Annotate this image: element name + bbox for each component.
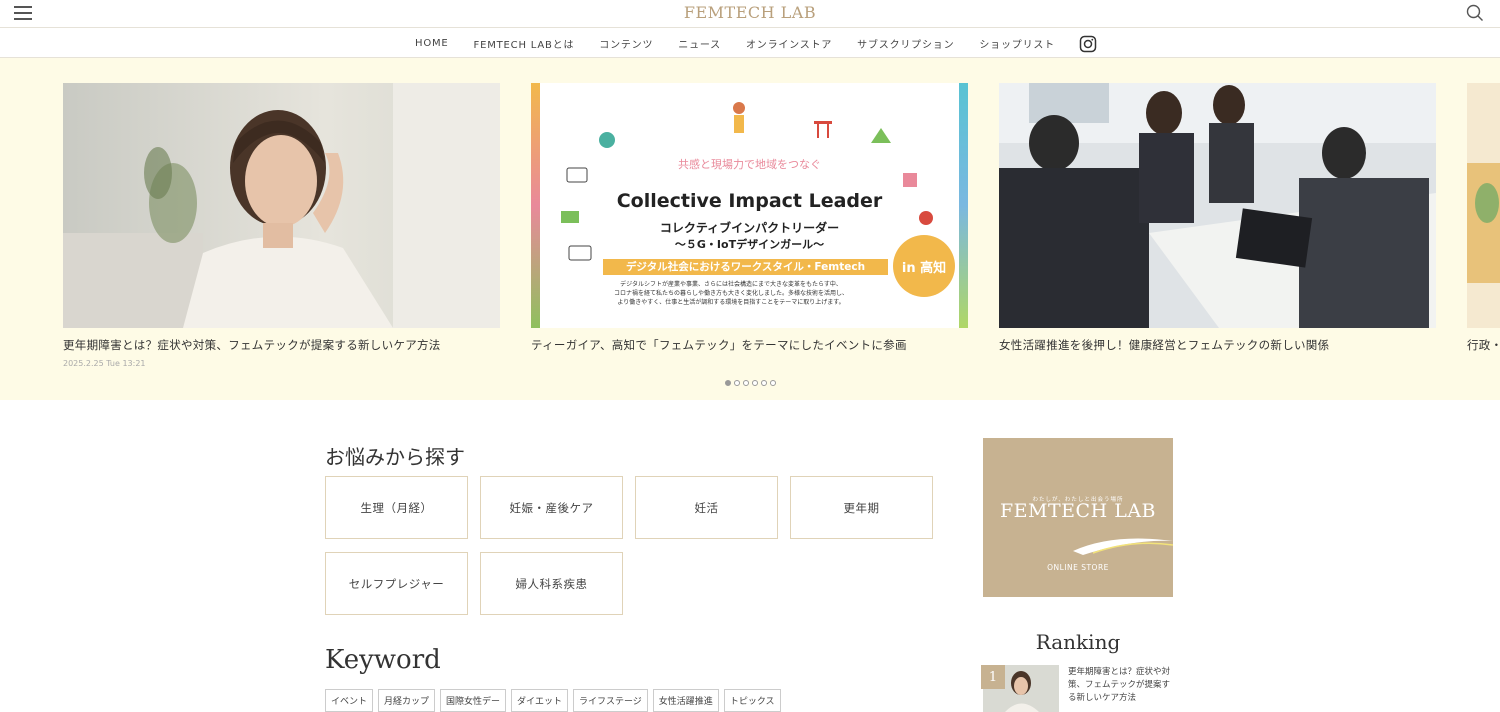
site-logo[interactable]: FEMTECH LAB [0, 3, 1500, 22]
keyword-tag[interactable]: イベント [325, 689, 374, 712]
slide-4[interactable]: 行政・企 [1467, 83, 1500, 353]
banner-katakana: コレクティブインパクトリーダー [659, 221, 840, 235]
banner-badge: in 高知 [893, 235, 955, 297]
slider-dot-6[interactable] [769, 380, 776, 386]
banner-tagline: 共感と現場力で地域をつなぐ [678, 158, 821, 171]
concern-menopause[interactable]: 更年期 [790, 476, 933, 539]
top-bar: FEMTECH LAB [0, 0, 1500, 28]
main-nav: HOME FEMTECH LABとは コンテンツ ニュース オンラインストア サ… [0, 29, 1500, 58]
keyword-tag[interactable]: 女性活躍推進 [652, 689, 719, 712]
nav-home[interactable]: HOME [403, 38, 462, 49]
banner-headline: Collective Impact Leader [616, 190, 883, 212]
banner-strip: デジタル社会におけるワークスタイル・Femtech [603, 259, 888, 275]
nav-subscription[interactable]: サブスクリプション [845, 36, 967, 51]
nav-online-store[interactable]: オンラインストア [733, 36, 844, 51]
ranking-title: Ranking [1035, 630, 1121, 654]
slider-dot-5[interactable] [760, 380, 767, 386]
ranking-item-title[interactable]: 更年期障害とは？症状や対策、フェムテックが提案する新しいケア方法 [1068, 666, 1178, 705]
slide-date: 2025.2.25 Tue 13:21 [63, 359, 146, 368]
keyword-tag[interactable]: ライフステージ [572, 689, 648, 712]
slider-dots [0, 380, 1500, 386]
featured-slider: 更年期障害とは？症状や対策、フェムテックが提案する新しいケア方法 2025.2.… [0, 58, 1500, 400]
slide-3[interactable]: 女性活躍推進を後押し！健康経営とフェムテックの新しい関係 [999, 83, 1436, 353]
slider-dot-3[interactable] [742, 380, 749, 386]
slide-image-woman-headache[interactable] [63, 83, 500, 328]
nav-news[interactable]: ニュース [666, 36, 734, 51]
concern-fertility[interactable]: 妊活 [635, 476, 778, 539]
slide-image-event-banner[interactable]: 共感と現場力で地域をつなぐ Collective Impact Leader コ… [531, 83, 968, 328]
slide-title[interactable]: 更年期障害とは？症状や対策、フェムテックが提案する新しいケア方法 [63, 337, 500, 353]
slider-dot-1[interactable] [724, 380, 731, 386]
banner-body-1: デジタルシフトが産業や事業、さらには社会構造にまで大きな変革をもたらす中、 [620, 281, 842, 288]
banner-body-3: より働きやすく、仕事と生活が調和する環境を目指すことをテーマに取り上げます。 [617, 299, 845, 306]
nav-shop-list[interactable]: ショップリスト [967, 36, 1068, 51]
concern-pregnancy-postpartum[interactable]: 妊娠・産後ケア [480, 476, 623, 539]
concern-self-pleasure[interactable]: セルフプレジャー [325, 552, 468, 615]
slide-title[interactable]: 女性活躍推進を後押し！健康経営とフェムテックの新しい関係 [999, 337, 1436, 353]
instagram-icon[interactable] [1079, 35, 1097, 53]
slide-image-business-meeting[interactable] [999, 83, 1436, 328]
slide-2[interactable]: 共感と現場力で地域をつなぐ Collective Impact Leader コ… [531, 83, 968, 353]
nav-about[interactable]: FEMTECH LABとは [461, 36, 587, 51]
slide-title[interactable]: 行政・企 [1467, 337, 1500, 353]
keyword-tag[interactable]: ダイエット [511, 689, 568, 712]
slide-title[interactable]: ティーガイア、高知で「フェムテック」をテーマにしたイベントに参画 [531, 337, 968, 353]
concerns-title: お悩みから探す [325, 445, 465, 469]
concern-menstruation[interactable]: 生理（月経） [325, 476, 468, 539]
slide-image-partial[interactable] [1467, 83, 1500, 328]
wave-decoration [1073, 538, 1173, 555]
store-logo: FEMTECH LAB [1000, 500, 1156, 522]
banner-body-2: コロナ禍を経て私たちの暮らしや働き方も大きく変化しました。多様な技術を活用し、 [614, 290, 848, 297]
slider-dot-2[interactable] [733, 380, 740, 386]
concern-gynecological-disease[interactable]: 婦人科系疾患 [480, 552, 623, 615]
ranking-item-1[interactable]: 1 更年期障害とは？症状や対策、フェムテックが提案する新しいケア方法 [981, 665, 1178, 712]
nav-contents[interactable]: コンテンツ [587, 36, 666, 51]
slider-dot-4[interactable] [751, 380, 758, 386]
online-store-banner[interactable]: わたしが、わたしと出会う場所 FEMTECH LAB ONLINE STORE [983, 438, 1173, 597]
rank-number: 1 [981, 665, 1005, 689]
store-sub-label: ONLINE STORE [1047, 563, 1109, 572]
keyword-tag[interactable]: 国際女性デー [440, 689, 507, 712]
slide-1[interactable]: 更年期障害とは？症状や対策、フェムテックが提案する新しいケア方法 2025.2.… [63, 83, 500, 368]
keyword-tags: イベント 月経カップ 国際女性デー ダイエット ライフステージ 女性活躍推進 ト… [325, 689, 781, 712]
search-icon[interactable] [1466, 4, 1484, 22]
keyword-tag[interactable]: トピックス [723, 689, 781, 712]
keyword-title: Keyword [325, 645, 441, 675]
keyword-tag[interactable]: 月経カップ [378, 689, 436, 712]
